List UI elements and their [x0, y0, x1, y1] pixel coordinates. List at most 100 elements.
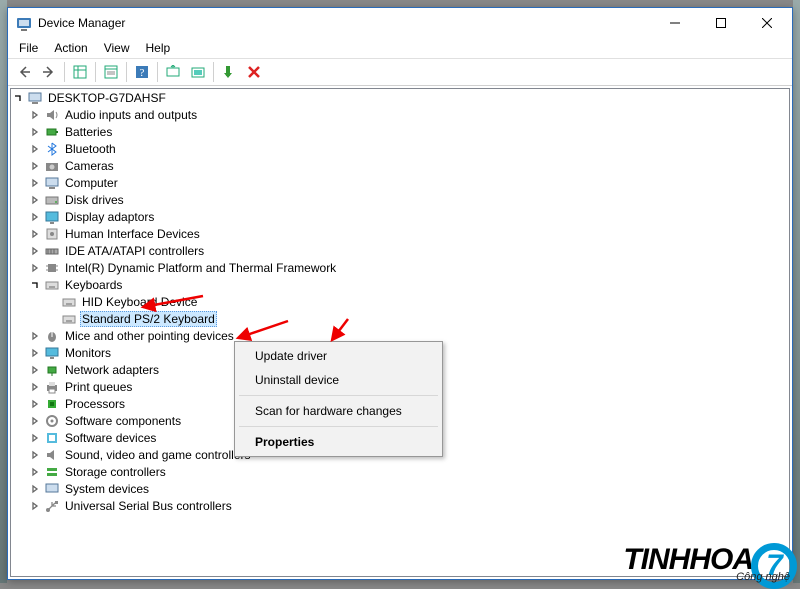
expand-icon[interactable] [28, 159, 42, 173]
tree-category-computer[interactable]: Computer [11, 174, 789, 191]
tree-category-cameras[interactable]: Cameras [11, 157, 789, 174]
network-icon [44, 362, 60, 378]
expand-icon[interactable] [28, 363, 42, 377]
collapse-icon[interactable] [11, 91, 25, 105]
expand-icon[interactable] [28, 397, 42, 411]
context-properties[interactable]: Properties [237, 430, 440, 454]
computer-icon [44, 175, 60, 191]
expand-icon[interactable] [28, 465, 42, 479]
sound-icon [44, 447, 60, 463]
context-menu: Update driver Uninstall device Scan for … [234, 341, 443, 457]
toolbar-show-hide-tree-button[interactable] [68, 60, 92, 84]
background-right [793, 0, 800, 583]
menu-view[interactable]: View [97, 39, 137, 57]
tree-item-hid-keyboard[interactable]: HID Keyboard Device [11, 293, 789, 310]
toolbar-help-button[interactable]: ? [130, 60, 154, 84]
tree-category-intel[interactable]: Intel(R) Dynamic Platform and Thermal Fr… [11, 259, 789, 276]
chip-icon [44, 260, 60, 276]
device-tree[interactable]: DESKTOP-G7DAHSF Audio inputs and outputs… [10, 88, 790, 577]
toolbar-scan-button[interactable] [186, 60, 210, 84]
tree-category-keyboards[interactable]: Keyboards [11, 276, 789, 293]
toolbar-properties-button[interactable] [99, 60, 123, 84]
toolbar-separator [64, 62, 65, 82]
collapse-icon[interactable] [28, 278, 42, 292]
toolbar-update-driver-button[interactable] [161, 60, 185, 84]
app-icon [16, 15, 32, 31]
expand-icon[interactable] [28, 346, 42, 360]
storage-icon [44, 464, 60, 480]
computer-icon [27, 90, 43, 106]
menu-file[interactable]: File [12, 39, 45, 57]
tree-root[interactable]: DESKTOP-G7DAHSF [11, 89, 789, 106]
camera-icon [44, 158, 60, 174]
battery-icon [44, 124, 60, 140]
system-icon [44, 481, 60, 497]
context-scan-hardware[interactable]: Scan for hardware changes [237, 399, 440, 423]
tree-category-ide[interactable]: IDE ATA/ATAPI controllers [11, 242, 789, 259]
tree-category-usb[interactable]: Universal Serial Bus controllers [11, 497, 789, 514]
expand-icon[interactable] [28, 482, 42, 496]
menubar: File Action View Help [8, 38, 792, 58]
toolbar-forward-button[interactable] [37, 60, 61, 84]
toolbar-uninstall-button[interactable] [242, 60, 266, 84]
expand-icon[interactable] [28, 108, 42, 122]
context-uninstall-device[interactable]: Uninstall device [237, 368, 440, 392]
tree-category-bluetooth[interactable]: Bluetooth [11, 140, 789, 157]
toolbar-separator [157, 62, 158, 82]
expand-icon[interactable] [28, 448, 42, 462]
selected-device-label: Standard PS/2 Keyboard [80, 311, 217, 327]
expand-icon[interactable] [28, 125, 42, 139]
expand-icon[interactable] [28, 227, 42, 241]
background-left [0, 0, 7, 583]
expand-icon[interactable] [28, 261, 42, 275]
display-icon [44, 209, 60, 225]
keyboard-icon [61, 311, 77, 327]
expand-icon[interactable] [28, 142, 42, 156]
printer-icon [44, 379, 60, 395]
toolbar-enable-button[interactable] [217, 60, 241, 84]
menu-help[interactable]: Help [139, 39, 178, 57]
expand-icon[interactable] [28, 380, 42, 394]
tree-category-batteries[interactable]: Batteries [11, 123, 789, 140]
bluetooth-icon [44, 141, 60, 157]
maximize-button[interactable] [698, 8, 744, 38]
minimize-button[interactable] [652, 8, 698, 38]
disk-icon [44, 192, 60, 208]
expand-icon[interactable] [28, 431, 42, 445]
context-separator [239, 426, 438, 427]
root-label: DESKTOP-G7DAHSF [46, 91, 168, 105]
tree-category-display[interactable]: Display adaptors [11, 208, 789, 225]
hid-icon [44, 226, 60, 242]
close-button[interactable] [744, 8, 790, 38]
tree-item-ps2-keyboard[interactable]: Standard PS/2 Keyboard [11, 310, 789, 327]
software-device-icon [44, 430, 60, 446]
menu-action[interactable]: Action [47, 39, 94, 57]
device-manager-window: Device Manager File Action View Help ? [7, 7, 793, 580]
tree-category-hid[interactable]: Human Interface Devices [11, 225, 789, 242]
usb-icon [44, 498, 60, 514]
monitor-icon [44, 345, 60, 361]
keyboard-icon [61, 294, 77, 310]
keyboard-icon [44, 277, 60, 293]
expand-icon[interactable] [28, 210, 42, 224]
tree-category-sysdev[interactable]: System devices [11, 480, 789, 497]
toolbar: ? [8, 58, 792, 86]
expand-icon[interactable] [28, 193, 42, 207]
tree-category-disk[interactable]: Disk drives [11, 191, 789, 208]
tree-category-audio[interactable]: Audio inputs and outputs [11, 106, 789, 123]
expand-icon[interactable] [28, 244, 42, 258]
toolbar-separator [126, 62, 127, 82]
watermark-brand: TINHHOA [623, 543, 753, 577]
context-update-driver[interactable]: Update driver [237, 344, 440, 368]
toolbar-back-button[interactable] [12, 60, 36, 84]
toolbar-separator [213, 62, 214, 82]
titlebar: Device Manager [8, 8, 792, 38]
expand-icon[interactable] [28, 176, 42, 190]
audio-icon [44, 107, 60, 123]
tree-category-storage[interactable]: Storage controllers [11, 463, 789, 480]
toolbar-separator [95, 62, 96, 82]
expand-icon[interactable] [28, 414, 42, 428]
expand-icon[interactable] [28, 329, 42, 343]
watermark-subtitle: Công nghệ [736, 571, 790, 583]
expand-icon[interactable] [28, 499, 42, 513]
